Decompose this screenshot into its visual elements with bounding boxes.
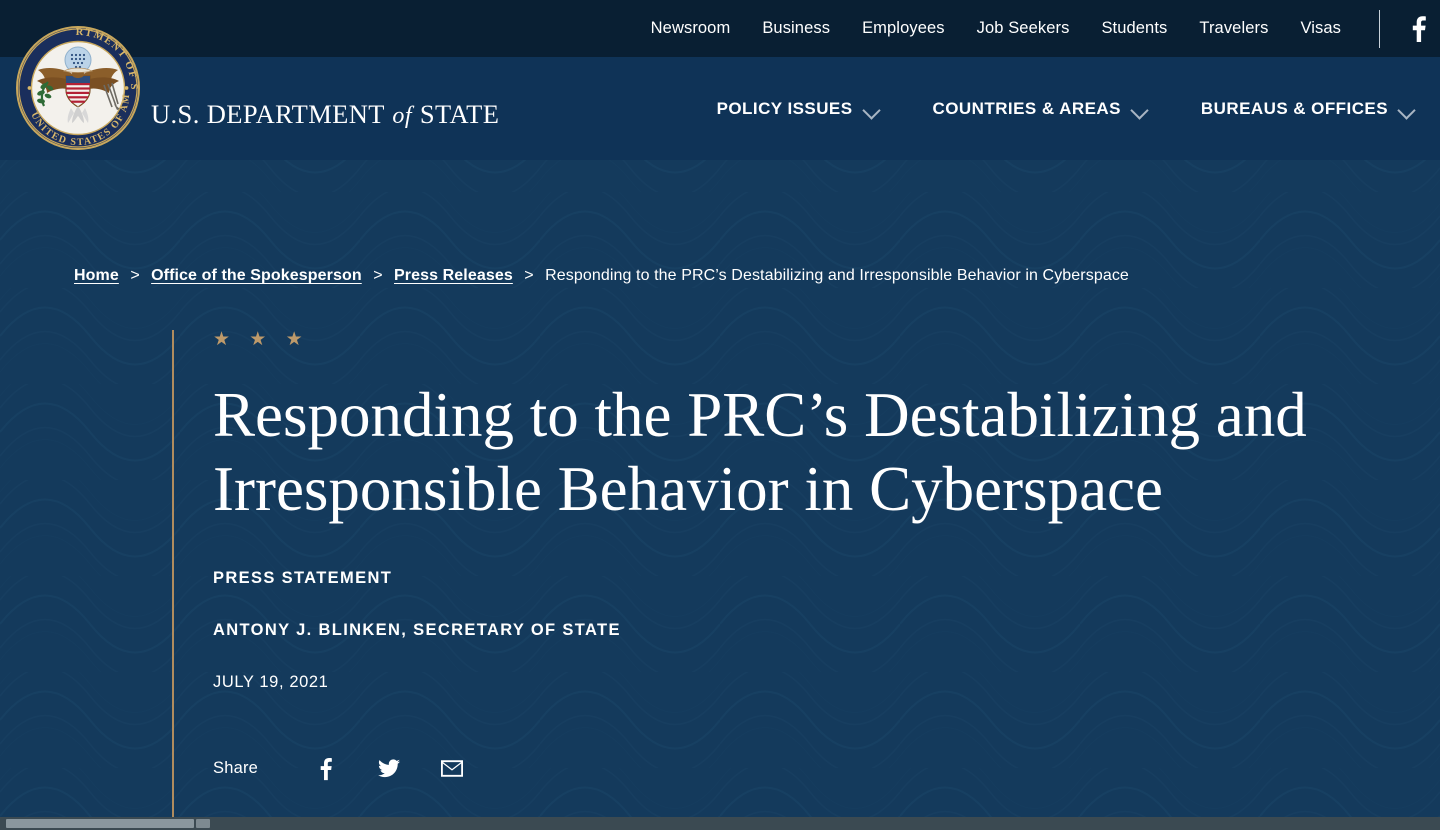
content-type-label: PRESS STATEMENT — [213, 568, 393, 587]
email-icon — [441, 760, 464, 777]
scrollbar-thumb[interactable] — [6, 819, 194, 828]
utility-link-newsroom[interactable]: Newsroom — [635, 20, 747, 37]
horizontal-scrollbar[interactable] — [0, 817, 1440, 830]
scrollbar-thumb-end[interactable] — [196, 819, 210, 828]
utility-nav: Newsroom Business Employees Job Seekers … — [635, 0, 1440, 57]
main-nav-label: POLICY ISSUES — [716, 98, 853, 118]
breadcrumb-link-office-of-the-spokesperson[interactable]: Office of the Spokesperson — [151, 267, 362, 284]
breadcrumb-separator: > — [524, 267, 534, 284]
wordmark-suffix: STATE — [419, 98, 500, 129]
utility-link-job-seekers[interactable]: Job Seekers — [961, 20, 1086, 37]
breadcrumb-link-home[interactable]: Home — [74, 267, 119, 284]
utility-link-students[interactable]: Students — [1085, 20, 1183, 37]
hero-section: Home > Office of the Spokesperson > Pres… — [0, 160, 1440, 830]
facebook-icon — [1412, 15, 1426, 42]
main-nav-label: COUNTRIES & AREAS — [932, 98, 1121, 118]
breadcrumb: Home > Office of the Spokesperson > Pres… — [74, 268, 1129, 284]
site-wordmark: U.S. DEPARTMENT of STATE — [151, 99, 499, 130]
facebook-link[interactable] — [1398, 15, 1440, 42]
chevron-down-icon — [864, 104, 879, 113]
utility-link-travelers[interactable]: Travelers — [1183, 20, 1284, 37]
share-row: Share — [213, 754, 1402, 784]
chevron-down-icon — [1399, 104, 1414, 113]
share-twitter-button[interactable] — [372, 754, 406, 784]
utility-divider — [1379, 9, 1380, 48]
breadcrumb-separator: > — [373, 267, 383, 284]
breadcrumb-separator: > — [130, 267, 140, 284]
article-date: JULY 19, 2021 — [213, 672, 329, 691]
wordmark-prefix: U.S. DEPARTMENT — [151, 98, 385, 129]
article-author: ANTONY J. BLINKEN, SECRETARY OF STATE — [213, 620, 621, 639]
three-stars-icon: ★ ★ ★ — [213, 329, 310, 350]
share-facebook-button[interactable] — [309, 754, 343, 784]
page-title: Responding to the PRC’s Destabilizing an… — [213, 380, 1307, 525]
main-nav-item-bureaus-offices[interactable]: BUREAUS & OFFICES — [1189, 99, 1426, 119]
main-nav-label: BUREAUS & OFFICES — [1200, 98, 1388, 118]
share-email-button[interactable] — [435, 754, 469, 784]
article-header: ★ ★ ★ Responding to the PRC’s Destabiliz… — [172, 330, 1402, 830]
main-nav-item-countries-areas[interactable]: COUNTRIES & AREAS — [921, 99, 1159, 119]
site-logo-link[interactable]: DEPARTMENT OF STATE UNITED STATES OF AME… — [14, 16, 499, 160]
twitter-icon — [378, 759, 401, 778]
department-of-state-seal-icon: DEPARTMENT OF STATE UNITED STATES OF AME… — [14, 24, 142, 152]
main-nav: POLICY ISSUES COUNTRIES & AREAS BUREAUS … — [675, 57, 1426, 160]
main-nav-item-policy-issues[interactable]: POLICY ISSUES — [705, 99, 891, 119]
wordmark-of: of — [392, 102, 412, 129]
utility-link-employees[interactable]: Employees — [846, 20, 961, 37]
breadcrumb-link-press-releases[interactable]: Press Releases — [394, 267, 513, 284]
breadcrumb-current: Responding to the PRC’s Destabilizing an… — [545, 267, 1129, 284]
chevron-down-icon — [1132, 104, 1147, 113]
utility-link-visas[interactable]: Visas — [1284, 20, 1357, 37]
share-label: Share — [213, 759, 259, 778]
main-header: DEPARTMENT OF STATE UNITED STATES OF AME… — [0, 24, 1440, 160]
utility-link-business[interactable]: Business — [746, 20, 846, 37]
facebook-icon — [320, 757, 332, 781]
